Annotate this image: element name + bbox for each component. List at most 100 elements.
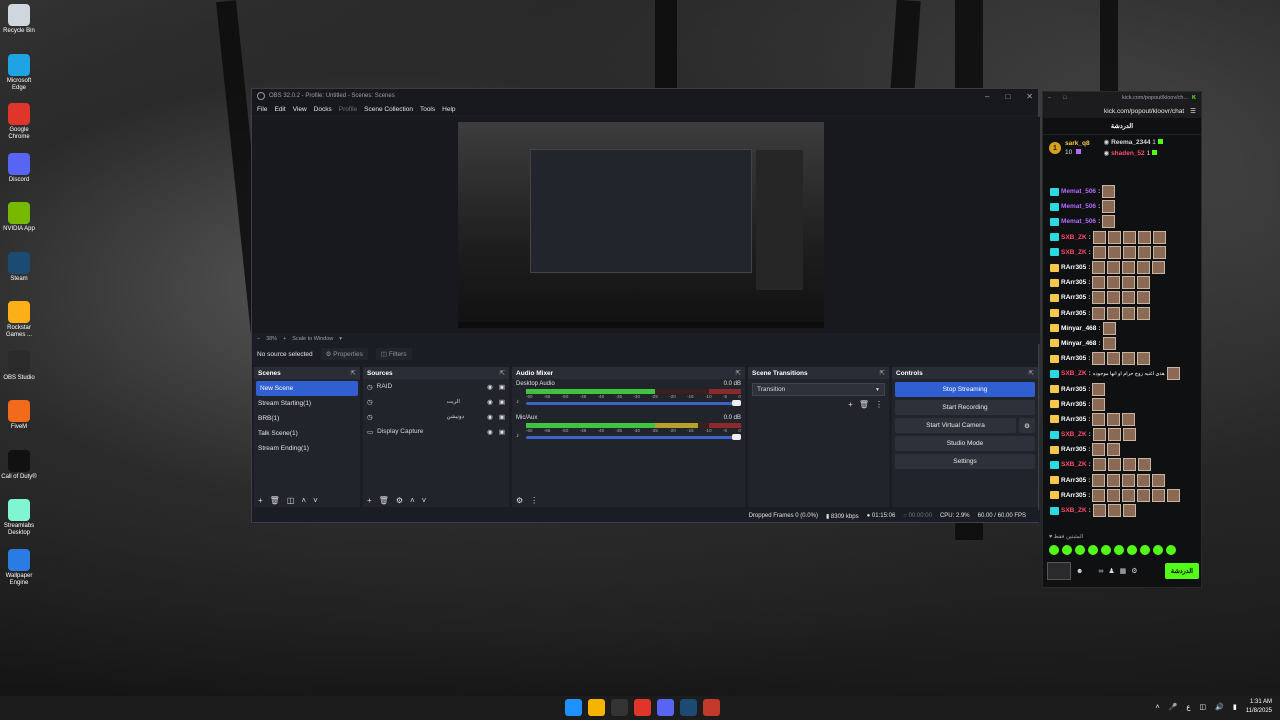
more-options-icon[interactable]: ⋮: [530, 496, 538, 505]
emote-icon[interactable]: [1127, 545, 1137, 555]
file-explorer-icon[interactable]: [588, 699, 605, 716]
desktop-icon[interactable]: Discord: [0, 152, 38, 184]
trash-icon[interactable]: 🗑: [379, 496, 389, 505]
chat-username[interactable]: Memat_506: [1061, 188, 1096, 195]
menu-item-help[interactable]: Help: [442, 106, 455, 113]
desktop-icon[interactable]: Google Chrome: [0, 103, 38, 141]
chat-username[interactable]: RArr305: [1061, 446, 1086, 453]
desktop-icon[interactable]: Streamlabs Desktop: [0, 499, 38, 537]
scene-item[interactable]: Talk Scene(1): [254, 426, 360, 441]
volume-knob[interactable]: [732, 434, 741, 440]
chat-username[interactable]: RArr305: [1061, 264, 1086, 271]
language-indicator[interactable]: ع: [1186, 703, 1190, 711]
chat-username[interactable]: Minyar_468: [1061, 325, 1096, 332]
desktop-icon[interactable]: Steam: [0, 251, 38, 283]
eye-icon[interactable]: ◉: [487, 413, 493, 421]
chat-username[interactable]: SXB_ZK: [1061, 370, 1087, 377]
transition-select[interactable]: Transition ▼: [752, 383, 885, 396]
desktop-icon[interactable]: Call of Duty®: [0, 449, 38, 481]
filters-button[interactable]: ◫ Filters: [375, 348, 412, 360]
volume-icon[interactable]: ♪: [516, 433, 519, 439]
source-item[interactable]: ◷ RAID ◉ ▣: [363, 379, 509, 394]
zoom-in-icon[interactable]: +: [283, 336, 286, 342]
popout-icon[interactable]: ⇱: [1029, 369, 1034, 377]
chat-url[interactable]: kick.com/popout/kloovr/chat: [1104, 108, 1184, 115]
chat-username[interactable]: RArr305: [1061, 477, 1086, 484]
chat-username[interactable]: RArr305: [1061, 416, 1086, 423]
emote-icon[interactable]: [1075, 545, 1085, 555]
add-icon[interactable]: +: [367, 496, 372, 505]
close-icon[interactable]: ✕: [1026, 92, 1033, 101]
emoji-icon[interactable]: ☻: [1076, 568, 1083, 575]
stop-streaming-button[interactable]: Stop Streaming: [895, 382, 1035, 397]
chat-titlebar[interactable]: – □ kick.com/popout/kloov/ch... K: [1043, 92, 1201, 104]
desktop-icon[interactable]: Wallpaper Engine: [0, 548, 38, 587]
tune-icon[interactable]: ☰: [1190, 107, 1196, 115]
start-virtual-camera-button[interactable]: Start Virtual Camera: [895, 418, 1016, 433]
lock-icon[interactable]: ▣: [499, 428, 505, 436]
chat-username[interactable]: Memat_506: [1061, 218, 1096, 225]
lock-icon[interactable]: ▣: [499, 398, 505, 406]
microphone-icon[interactable]: 🎤: [1169, 703, 1178, 711]
emote-icon[interactable]: [1114, 545, 1124, 555]
rockstar-icon[interactable]: [703, 699, 720, 716]
zoom-out-icon[interactable]: –: [257, 336, 260, 342]
scene-item[interactable]: Stream Starting(1): [254, 396, 360, 411]
desktop-icon[interactable]: Rockstar Games ...: [0, 301, 38, 339]
clock[interactable]: 1:31 AM 11/8/2025: [1246, 698, 1272, 716]
battery-icon[interactable]: ▮: [1233, 703, 1237, 711]
network-icon[interactable]: ◫: [1200, 703, 1207, 711]
lock-icon[interactable]: ▣: [499, 383, 505, 391]
scene-item[interactable]: New Scene: [256, 381, 358, 396]
popout-icon[interactable]: ⇱: [880, 369, 885, 377]
eye-icon[interactable]: ◉: [487, 383, 493, 391]
chat-username[interactable]: Minyar_468: [1061, 340, 1096, 347]
chat-username[interactable]: RArr305: [1061, 310, 1086, 317]
chat-username[interactable]: RArr305: [1061, 492, 1086, 499]
chat-username[interactable]: SXB_ZK: [1061, 431, 1087, 438]
minimize-icon[interactable]: –: [985, 92, 989, 101]
volume-icon[interactable]: 🔊: [1215, 703, 1224, 711]
desktop-icon[interactable]: NVIDIA App: [0, 202, 38, 233]
menu-item-edit[interactable]: Edit: [274, 106, 285, 113]
emote-icon[interactable]: [1153, 545, 1163, 555]
chevron-up-icon[interactable]: ˄: [1156, 704, 1160, 711]
obs-icon[interactable]: [611, 699, 628, 716]
emote-icon[interactable]: [1101, 545, 1111, 555]
chat-username[interactable]: RArr305: [1061, 355, 1086, 362]
arrow-down-icon[interactable]: ˅: [313, 496, 318, 505]
scene-item[interactable]: BRB(1): [254, 411, 360, 426]
chat-username[interactable]: RArr305: [1061, 294, 1086, 301]
infinity-icon[interactable]: ∞: [1098, 568, 1103, 575]
chat-username[interactable]: SXB_ZK: [1061, 507, 1087, 514]
maximize-icon[interactable]: □: [1005, 92, 1010, 101]
start-icon[interactable]: [565, 699, 582, 716]
volume-slider[interactable]: [526, 434, 741, 440]
desktop-icon[interactable]: Microsoft Edge: [0, 53, 38, 92]
chat-username[interactable]: RArr305: [1061, 386, 1086, 393]
popout-icon[interactable]: ⇱: [736, 369, 741, 377]
add-icon[interactable]: +: [848, 400, 853, 409]
source-item[interactable]: ▭ Display Capture ◉ ▣: [363, 424, 509, 439]
arrow-up-icon[interactable]: ˄: [301, 496, 306, 505]
emote-icon[interactable]: [1062, 545, 1072, 555]
properties-button[interactable]: ⚙ Properties: [320, 348, 368, 360]
popout-icon[interactable]: ⇱: [500, 369, 505, 377]
virtual-camera-gear-icon[interactable]: ⚙: [1019, 418, 1035, 433]
chat-username[interactable]: Memat_506: [1061, 203, 1096, 210]
emote-icon[interactable]: [1088, 545, 1098, 555]
discord-icon[interactable]: [657, 699, 674, 716]
preview-area[interactable]: [252, 117, 1040, 333]
minimize-icon[interactable]: –: [1048, 95, 1051, 101]
chat-avatar-thumb[interactable]: [1047, 562, 1071, 580]
menu-item-docks[interactable]: Docks: [314, 106, 332, 113]
trash-icon[interactable]: 🗑: [270, 496, 280, 505]
chat-username[interactable]: SXB_ZK: [1061, 249, 1087, 256]
popout-icon[interactable]: ⇱: [351, 369, 356, 377]
chat-username[interactable]: SXB_ZK: [1061, 461, 1087, 468]
gear-icon[interactable]: ⚙: [1131, 567, 1137, 575]
source-item[interactable]: ◷ الريت ◉ ▣: [363, 394, 509, 409]
preview-canvas[interactable]: [458, 122, 824, 328]
emote-icon[interactable]: [1140, 545, 1150, 555]
start-recording-button[interactable]: Start Recording: [895, 400, 1035, 415]
